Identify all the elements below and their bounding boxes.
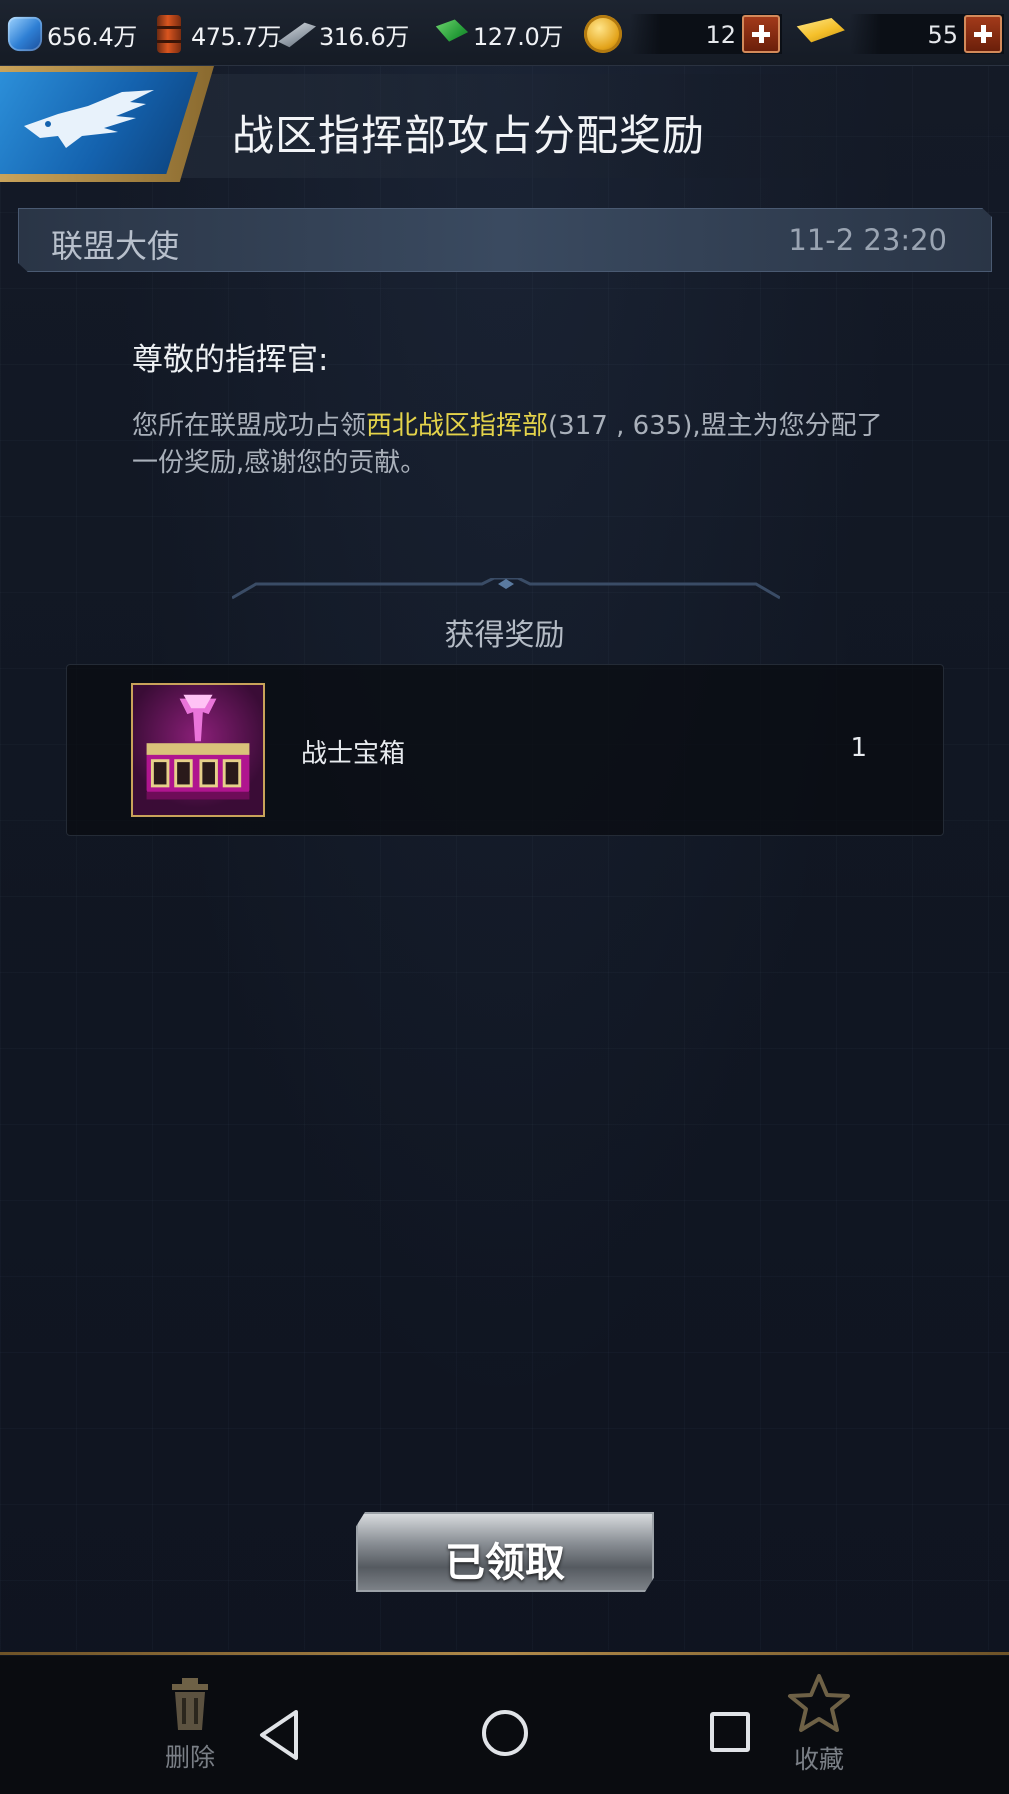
resource-cash[interactable]: 127.0万 (432, 14, 563, 54)
favorite-button[interactable]: 收藏 (784, 1672, 854, 1776)
system-recent-apps-button[interactable] (710, 1712, 750, 1752)
cash-icon (435, 19, 469, 42)
system-home-button[interactable] (482, 1710, 528, 1756)
claimed-button-label: 已领取 (445, 1540, 565, 1586)
delete-label: 删除 (164, 1743, 215, 1772)
resource-cash-value: 127.0万 (473, 22, 563, 51)
reward-item-count: 1 (850, 733, 867, 763)
section-divider (232, 578, 780, 600)
mail-body: 您所在联盟成功占领西北战区指挥部(317 , 635),盟主为您分配了一份奖励,… (132, 408, 892, 482)
gold-counter: 55 (850, 14, 1004, 54)
mail-sender: 联盟大使 (51, 227, 180, 265)
mail-body-location-link: 西北战区指挥部 (366, 411, 549, 441)
gold-coin-icon (584, 15, 622, 53)
star-icon (788, 1674, 850, 1732)
coin-counter: 12 (630, 14, 782, 54)
mail-timestamp: 11-2 23:20 (788, 223, 947, 257)
system-back-button[interactable] (256, 1708, 302, 1766)
add-coin-button[interactable] (742, 15, 780, 53)
title-bar: 战区指挥部攻占分配奖励 (0, 66, 1009, 184)
resource-gems[interactable]: 656.4万 (6, 14, 137, 54)
mail-detail-screen: 656.4万 475.7万 316.6万 127.0万 12 55 战区指挥部攻… (0, 0, 1009, 1794)
eagle-icon (24, 90, 154, 148)
resource-bar: 656.4万 475.7万 316.6万 127.0万 12 55 (0, 0, 1009, 66)
back-triangle-icon (260, 1710, 298, 1760)
claimed-button[interactable]: 已领取 (356, 1512, 654, 1592)
resource-gems-value: 656.4万 (47, 22, 137, 51)
reward-item-name: 战士宝箱 (301, 739, 406, 769)
footer-divider (0, 1652, 1009, 1655)
add-gold-button[interactable] (964, 15, 1002, 53)
delete-button[interactable]: 删除 (158, 1676, 222, 1774)
gold-bar-icon-wrap (788, 14, 846, 54)
resource-oil[interactable]: 475.7万 (150, 14, 281, 54)
gold-bar-icon (796, 18, 845, 43)
gem-icon (7, 16, 43, 52)
page-title: 战区指挥部攻占分配奖励 (232, 111, 706, 160)
oil-barrel-icon (157, 15, 181, 53)
gold-counter-value: 55 (927, 21, 958, 49)
warrior-chest-icon[interactable] (131, 683, 265, 817)
favorite-label: 收藏 (793, 1745, 844, 1774)
bottom-bar: 删除 收藏 (0, 1656, 1009, 1794)
resource-steel[interactable]: 316.6万 (278, 14, 409, 54)
steel-icon (278, 22, 316, 48)
mail-greeting: 尊敬的指挥官: (132, 342, 329, 378)
mail-sender-bar: 联盟大使 11-2 23:20 (18, 208, 992, 272)
gold-coin-icon-wrap (584, 14, 622, 54)
coin-counter-value: 12 (705, 21, 736, 49)
trash-icon (172, 1678, 208, 1730)
reward-list: 战士宝箱 1 (66, 664, 944, 836)
reward-section-title: 获得奖励 (444, 618, 565, 653)
back-emblem-button[interactable] (0, 66, 214, 182)
mail-body-text: 您所在联盟成功占领 (132, 411, 367, 441)
resource-steel-value: 316.6万 (319, 22, 409, 51)
resource-oil-value: 475.7万 (191, 22, 281, 51)
background-grid (0, 60, 1009, 1650)
